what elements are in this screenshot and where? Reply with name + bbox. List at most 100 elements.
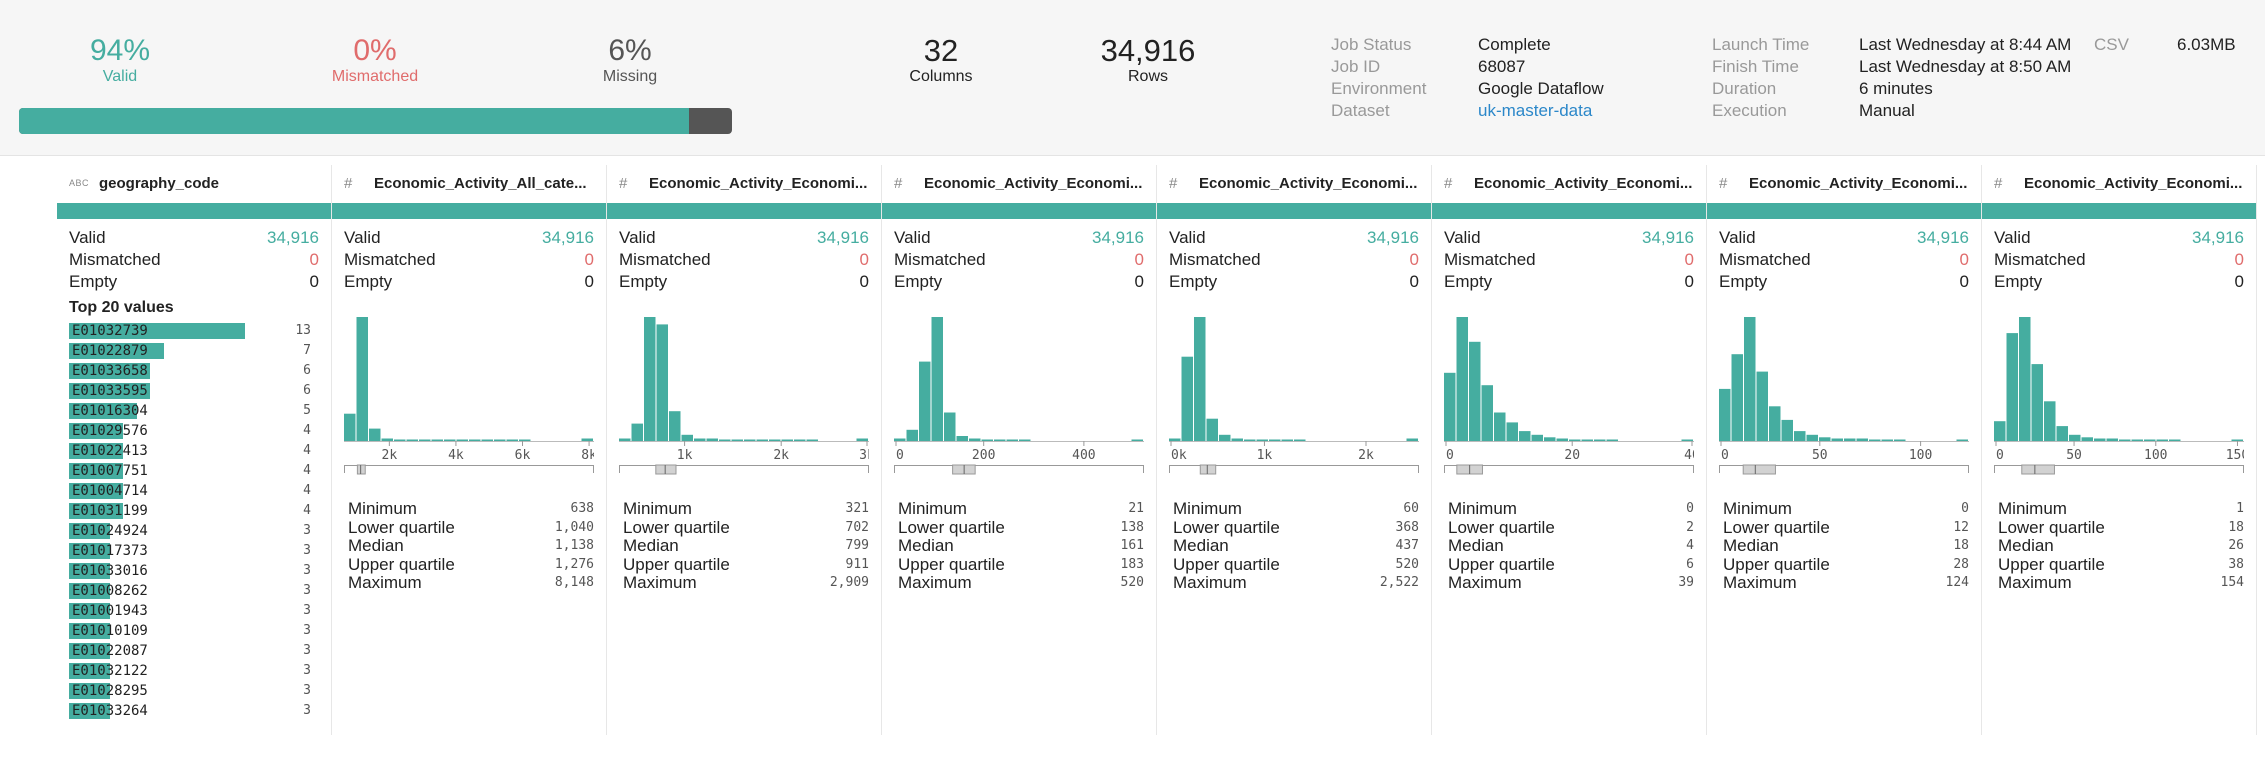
histogram-bar[interactable] bbox=[744, 439, 756, 442]
column-profile[interactable]: # Economic_Activity_Economi... Valid 34,9… bbox=[607, 165, 882, 735]
histogram-bar[interactable] bbox=[2144, 439, 2156, 442]
histogram-bar[interactable] bbox=[2069, 434, 2081, 441]
histogram-bar[interactable] bbox=[519, 439, 531, 442]
histogram-bar[interactable] bbox=[2106, 438, 2119, 442]
histogram-bar[interactable] bbox=[956, 436, 969, 441]
histogram-bar[interactable] bbox=[2119, 439, 2131, 442]
histogram-bar[interactable] bbox=[1806, 434, 1819, 441]
histogram-bar[interactable] bbox=[1856, 438, 1869, 442]
histogram-bar[interactable] bbox=[1181, 356, 1194, 441]
histogram-bar[interactable] bbox=[1794, 431, 1806, 441]
histogram-bar[interactable] bbox=[1269, 439, 1281, 442]
column-profile[interactable]: # Economic_Activity_All_cate... Valid 34,… bbox=[332, 165, 607, 735]
histogram-bar[interactable] bbox=[1231, 438, 1244, 442]
histogram-bar[interactable] bbox=[1769, 406, 1781, 441]
histogram-bar[interactable] bbox=[1719, 388, 1731, 441]
histogram-bar[interactable] bbox=[2231, 439, 2244, 442]
histogram-bar[interactable] bbox=[644, 317, 656, 441]
histogram-bar[interactable] bbox=[856, 438, 869, 442]
top-value-row[interactable]: E01008262 3 bbox=[69, 581, 331, 601]
histogram-bar[interactable] bbox=[1531, 434, 1544, 441]
histogram-bar[interactable] bbox=[2006, 333, 2019, 441]
histogram-bar[interactable] bbox=[444, 439, 456, 442]
histogram-bar[interactable] bbox=[969, 438, 981, 442]
histogram-bar[interactable] bbox=[2056, 426, 2069, 441]
column-header[interactable]: # Economic_Activity_Economi... bbox=[1982, 165, 2256, 201]
histogram-bar[interactable] bbox=[931, 317, 944, 441]
top-value-row[interactable]: E01017373 3 bbox=[69, 541, 331, 561]
histogram-bar[interactable] bbox=[2019, 317, 2031, 441]
histogram-bar[interactable] bbox=[669, 411, 681, 441]
histogram-bar[interactable] bbox=[1819, 437, 1831, 441]
histogram-bar[interactable] bbox=[1594, 439, 1606, 442]
column-profile[interactable]: # Economic_Activity_Economi... Valid 34,9… bbox=[1707, 165, 1982, 735]
histogram-bar[interactable] bbox=[769, 439, 781, 442]
value-histogram[interactable]: 0 200 400 bbox=[894, 315, 1144, 475]
top-value-row[interactable]: E01004714 4 bbox=[69, 481, 331, 501]
histogram-bar[interactable] bbox=[731, 439, 744, 442]
histogram-bar[interactable] bbox=[2044, 401, 2056, 441]
histogram-bar[interactable] bbox=[1006, 439, 1019, 442]
column-header[interactable]: ABC geography_code bbox=[57, 165, 331, 201]
top-value-row[interactable]: E01007751 4 bbox=[69, 461, 331, 481]
value-histogram[interactable]: 0 50 100 bbox=[1719, 315, 1969, 475]
value-histogram[interactable]: 0 50 100 150 bbox=[1994, 315, 2244, 475]
value-histogram[interactable]: 0k 1k 2k bbox=[1169, 315, 1419, 475]
column-header[interactable]: # Economic_Activity_All_cate... bbox=[332, 165, 606, 201]
histogram-bar[interactable] bbox=[581, 438, 594, 442]
histogram-bar[interactable] bbox=[794, 439, 806, 442]
histogram-bar[interactable] bbox=[469, 439, 481, 442]
histogram-bar[interactable] bbox=[756, 439, 769, 442]
histogram-bar[interactable] bbox=[694, 438, 706, 442]
histogram-bar[interactable] bbox=[781, 439, 794, 442]
histogram-bar[interactable] bbox=[1844, 438, 1856, 442]
histogram-bar[interactable] bbox=[1406, 438, 1419, 442]
column-header[interactable]: # Economic_Activity_Economi... bbox=[1707, 165, 1981, 201]
histogram-bar[interactable] bbox=[1194, 317, 1206, 441]
histogram-bar[interactable] bbox=[1519, 431, 1531, 441]
histogram-bar[interactable] bbox=[431, 439, 444, 442]
histogram-bar[interactable] bbox=[1481, 385, 1494, 441]
histogram-bar[interactable] bbox=[406, 439, 419, 442]
histogram-bar[interactable] bbox=[806, 439, 819, 442]
column-profile[interactable]: # Economic_Activity_Economi... Valid 34,9… bbox=[882, 165, 1157, 735]
top-value-row[interactable]: E01033264 3 bbox=[69, 701, 331, 721]
histogram-bar[interactable] bbox=[1169, 438, 1181, 442]
column-profile[interactable]: # Economic_Activity_Economi... Valid 34,9… bbox=[1432, 165, 1707, 735]
histogram-bar[interactable] bbox=[719, 439, 731, 442]
histogram-bar[interactable] bbox=[1556, 438, 1569, 442]
histogram-bar[interactable] bbox=[494, 439, 506, 442]
histogram-bar[interactable] bbox=[1506, 422, 1519, 441]
histogram-bar[interactable] bbox=[1206, 418, 1219, 441]
histogram-bar[interactable] bbox=[1869, 439, 1881, 442]
histogram-bar[interactable] bbox=[981, 439, 994, 442]
top-value-row[interactable]: E01033595 6 bbox=[69, 381, 331, 401]
column-profile[interactable]: ABC geography_code Valid 34,916 Mismatche… bbox=[57, 165, 332, 735]
histogram-bar[interactable] bbox=[1606, 439, 1619, 442]
histogram-bar[interactable] bbox=[506, 439, 519, 442]
top-value-row[interactable]: E01022087 3 bbox=[69, 641, 331, 661]
top-value-row[interactable]: E01029576 4 bbox=[69, 421, 331, 441]
histogram-bar[interactable] bbox=[2081, 437, 2094, 441]
top-value-row[interactable]: E01024924 3 bbox=[69, 521, 331, 541]
histogram-bar[interactable] bbox=[1019, 439, 1031, 442]
column-header[interactable]: # Economic_Activity_Economi... bbox=[882, 165, 1156, 201]
histogram-bar[interactable] bbox=[706, 438, 719, 442]
histogram-bar[interactable] bbox=[1569, 439, 1581, 442]
value-histogram[interactable]: 1k 2k 3k bbox=[619, 315, 869, 475]
column-profile[interactable]: # Economic_Activity_Economi... Valid 34,9… bbox=[1157, 165, 1432, 735]
histogram-bar[interactable] bbox=[1731, 354, 1744, 441]
histogram-bar[interactable] bbox=[1881, 439, 1894, 442]
histogram-bar[interactable] bbox=[2094, 438, 2106, 442]
histogram-bar[interactable] bbox=[1544, 437, 1556, 441]
histogram-bar[interactable] bbox=[1894, 439, 1906, 442]
histogram-bar[interactable] bbox=[1744, 317, 1756, 441]
histogram-bar[interactable] bbox=[2169, 439, 2181, 442]
histogram-bar[interactable] bbox=[994, 439, 1006, 442]
histogram-bar[interactable] bbox=[2156, 439, 2169, 442]
histogram-bar[interactable] bbox=[344, 413, 356, 441]
histogram-bar[interactable] bbox=[944, 412, 956, 442]
histogram-bar[interactable] bbox=[394, 439, 406, 442]
histogram-bar[interactable] bbox=[894, 438, 906, 442]
histogram-bar[interactable] bbox=[906, 429, 919, 441]
